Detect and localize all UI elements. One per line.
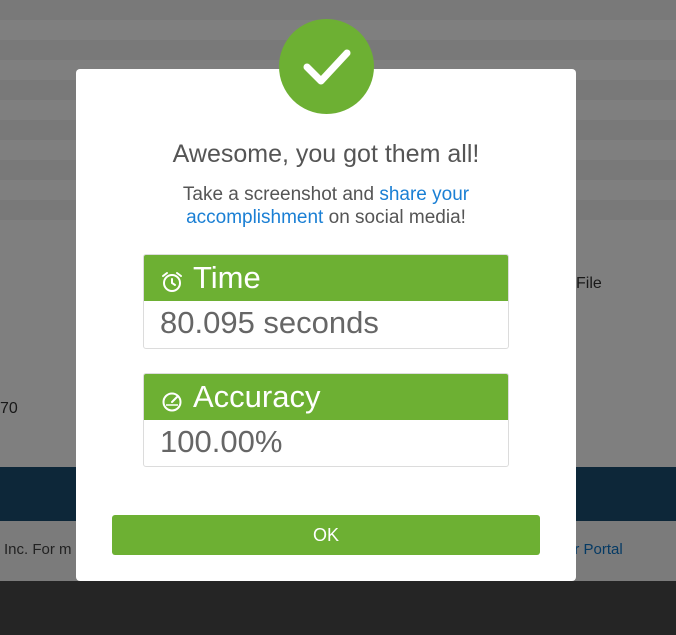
accuracy-label: Accuracy (193, 379, 321, 414)
ok-button[interactable]: OK (112, 515, 540, 555)
modal-subtitle: Take a screenshot and share your accompl… (156, 183, 496, 229)
time-label: Time (193, 260, 261, 295)
subtitle-text-after: on social media! (323, 207, 466, 228)
time-card: Time 80.095 seconds (143, 254, 509, 349)
time-value: 80.095 seconds (160, 305, 379, 340)
modal-title: Awesome, you got them all! (172, 140, 480, 168)
accuracy-card-header: Accuracy (144, 374, 508, 420)
checkmark-icon (279, 19, 374, 114)
accuracy-value: 100.00% (160, 424, 283, 459)
alarm-clock-icon (160, 266, 184, 292)
gauge-icon (160, 385, 184, 412)
time-card-header: Time (144, 255, 508, 301)
subtitle-text-before: Take a screenshot and (182, 184, 380, 205)
accuracy-card: Accuracy 100.00% (143, 373, 509, 467)
